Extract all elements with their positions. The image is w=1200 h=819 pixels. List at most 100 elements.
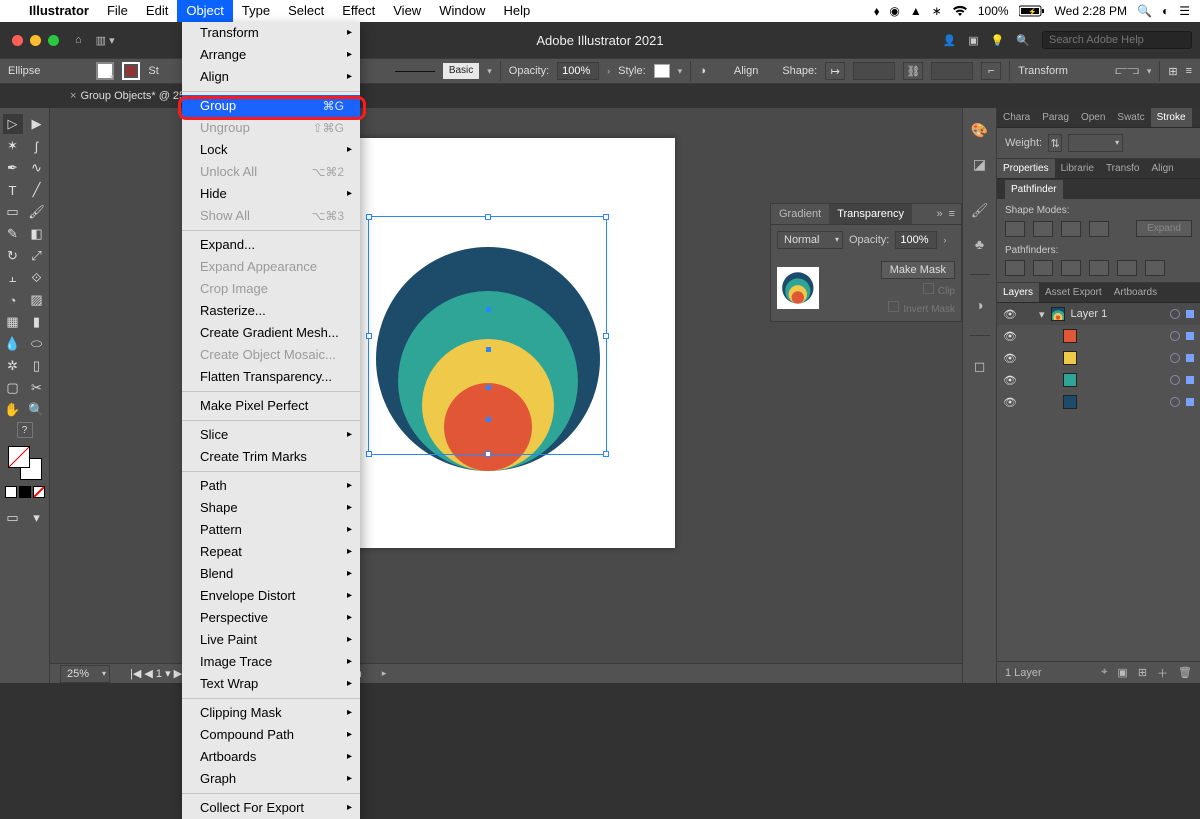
crop-icon[interactable] bbox=[1089, 260, 1109, 276]
dropbox-icon[interactable]: ⬧ bbox=[874, 4, 879, 19]
wifi-icon[interactable] bbox=[952, 5, 968, 17]
layer-item[interactable]: 👁 bbox=[997, 325, 1200, 347]
ctrl-menu-icon[interactable]: ≡ bbox=[1186, 65, 1192, 77]
menu-item[interactable]: Envelope Distort bbox=[182, 585, 360, 607]
menu-item[interactable]: Compound Path bbox=[182, 724, 360, 746]
target-icon[interactable] bbox=[1170, 309, 1180, 319]
menu-item[interactable]: Perspective bbox=[182, 607, 360, 629]
tp-opacity-value[interactable]: 100% bbox=[895, 231, 937, 249]
outline-icon[interactable] bbox=[1117, 260, 1137, 276]
shape-builder-tool[interactable]: ◔ bbox=[3, 290, 23, 310]
menu-help[interactable]: Help bbox=[494, 0, 539, 22]
siri-icon[interactable]: ◐ bbox=[1162, 4, 1169, 18]
menu-item[interactable]: Flatten Transparency... bbox=[182, 366, 360, 388]
target-icon[interactable] bbox=[1170, 353, 1180, 363]
intersect-icon[interactable] bbox=[1061, 221, 1081, 237]
shape-h-value[interactable] bbox=[931, 62, 973, 80]
color-panel-icon[interactable]: 🎨 bbox=[970, 120, 990, 140]
menu-item[interactable]: Pattern bbox=[182, 519, 360, 541]
corner-icon[interactable]: ⌐ bbox=[981, 62, 1001, 80]
layer-item[interactable]: 👁 bbox=[997, 369, 1200, 391]
gradient-tool[interactable]: ▮ bbox=[27, 312, 47, 332]
rotate-tool[interactable]: ↻ bbox=[3, 246, 23, 266]
tab-gradient[interactable]: Gradient bbox=[771, 204, 829, 224]
zoom-level[interactable]: 25% bbox=[60, 665, 110, 683]
menu-item[interactable]: Clipping Mask bbox=[182, 702, 360, 724]
scale-tool[interactable]: ⤢ bbox=[27, 246, 47, 266]
artboard-tool[interactable]: ▢ bbox=[3, 378, 23, 398]
unite-icon[interactable] bbox=[1005, 221, 1025, 237]
menu-app[interactable]: Illustrator bbox=[20, 0, 98, 22]
eraser-tool[interactable]: ◧ bbox=[27, 224, 47, 244]
menu-item[interactable]: Shape bbox=[182, 497, 360, 519]
menu-file[interactable]: File bbox=[98, 0, 137, 22]
color-mode-none[interactable] bbox=[33, 486, 45, 498]
lasso-tool[interactable]: ʃ bbox=[27, 136, 47, 156]
brushes-icon[interactable]: 🖌 bbox=[970, 200, 990, 220]
transparency-thumb[interactable] bbox=[777, 267, 819, 309]
menu-item[interactable]: Path bbox=[182, 475, 360, 497]
layer-item[interactable]: 👁 bbox=[997, 391, 1200, 413]
visibility-icon[interactable]: 👁 bbox=[1003, 352, 1017, 365]
bluetooth-icon[interactable]: ∗ bbox=[932, 4, 942, 18]
menu-select[interactable]: Select bbox=[279, 0, 333, 22]
blend-tool[interactable]: ⬭ bbox=[27, 334, 47, 354]
screen-mode-menu[interactable]: ▾ bbox=[27, 508, 47, 528]
graph-tool[interactable]: ▯ bbox=[27, 356, 47, 376]
divide-icon[interactable] bbox=[1005, 260, 1025, 276]
menu-item[interactable]: Arrange bbox=[182, 44, 360, 66]
visibility-icon[interactable]: 👁 bbox=[1003, 330, 1017, 343]
arrange-docs-icon[interactable]: ▣ bbox=[968, 34, 978, 47]
eyedropper-tool[interactable]: 💧 bbox=[3, 334, 23, 354]
menu-item[interactable]: Create Trim Marks bbox=[182, 446, 360, 468]
type-tool[interactable]: T bbox=[3, 180, 23, 200]
layer-item[interactable]: 👁 bbox=[997, 347, 1200, 369]
visibility-icon[interactable]: 👁 bbox=[1003, 396, 1017, 409]
close-tab-icon[interactable]: × bbox=[70, 90, 76, 102]
edit-toolbar[interactable]: ? bbox=[17, 422, 33, 438]
tab-layers[interactable]: Layers bbox=[997, 283, 1039, 302]
opacity-value[interactable]: 100% bbox=[557, 62, 599, 80]
menu-item[interactable]: Make Pixel Perfect bbox=[182, 395, 360, 417]
locate-icon[interactable]: ⌖ bbox=[1101, 666, 1107, 679]
blend-mode[interactable]: Normal bbox=[777, 231, 843, 249]
close-window[interactable] bbox=[12, 35, 23, 46]
menu-item[interactable]: Slice bbox=[182, 424, 360, 446]
prefs-icon[interactable]: ⊞ bbox=[1168, 65, 1177, 78]
line-tool[interactable]: ╱ bbox=[27, 180, 47, 200]
exclude-icon[interactable] bbox=[1089, 221, 1109, 237]
menu-item[interactable]: Text Wrap bbox=[182, 673, 360, 695]
minimize-window[interactable] bbox=[30, 35, 41, 46]
color-mode-fill[interactable] bbox=[5, 486, 17, 498]
panel-collapse-icon[interactable]: » bbox=[936, 208, 942, 220]
search-input[interactable] bbox=[1042, 31, 1192, 49]
transform-label[interactable]: Transform bbox=[1018, 65, 1068, 77]
brush-tool[interactable]: 🖌 bbox=[27, 202, 47, 222]
menu-item[interactable]: Rasterize... bbox=[182, 300, 360, 322]
target-icon[interactable] bbox=[1170, 397, 1180, 407]
shape-width[interactable]: ↦ bbox=[825, 62, 845, 80]
menu-window[interactable]: Window bbox=[430, 0, 494, 22]
screen-mode[interactable]: ▭ bbox=[3, 508, 23, 528]
minus-front-icon[interactable] bbox=[1033, 221, 1053, 237]
recolor-icon[interactable]: ◑ bbox=[699, 65, 706, 77]
user-icon[interactable]: 👤 bbox=[942, 34, 956, 47]
direct-selection-tool[interactable]: ▶ bbox=[27, 114, 47, 134]
tab-pathfinder[interactable]: Pathfinder bbox=[1005, 180, 1063, 199]
symbol-tool[interactable]: ✲ bbox=[3, 356, 23, 376]
menu-item[interactable]: Create Gradient Mesh... bbox=[182, 322, 360, 344]
menu-item[interactable]: Align bbox=[182, 66, 360, 88]
menu-item[interactable]: Live Paint bbox=[182, 629, 360, 651]
merge-icon[interactable] bbox=[1061, 260, 1081, 276]
color-mode-gradient[interactable] bbox=[19, 486, 31, 498]
trim-icon[interactable] bbox=[1033, 260, 1053, 276]
stroke-indicator[interactable] bbox=[122, 62, 140, 80]
width-tool[interactable]: ⫠ bbox=[3, 268, 23, 288]
target-icon[interactable] bbox=[1170, 375, 1180, 385]
maximize-window[interactable] bbox=[48, 35, 59, 46]
pen-tool[interactable]: ✒ bbox=[3, 158, 23, 178]
control-center-icon[interactable]: ☰ bbox=[1179, 4, 1190, 18]
slice-tool[interactable]: ✂ bbox=[27, 378, 47, 398]
color-guide-icon[interactable]: ◪ bbox=[970, 154, 990, 174]
target-icon[interactable] bbox=[1170, 331, 1180, 341]
